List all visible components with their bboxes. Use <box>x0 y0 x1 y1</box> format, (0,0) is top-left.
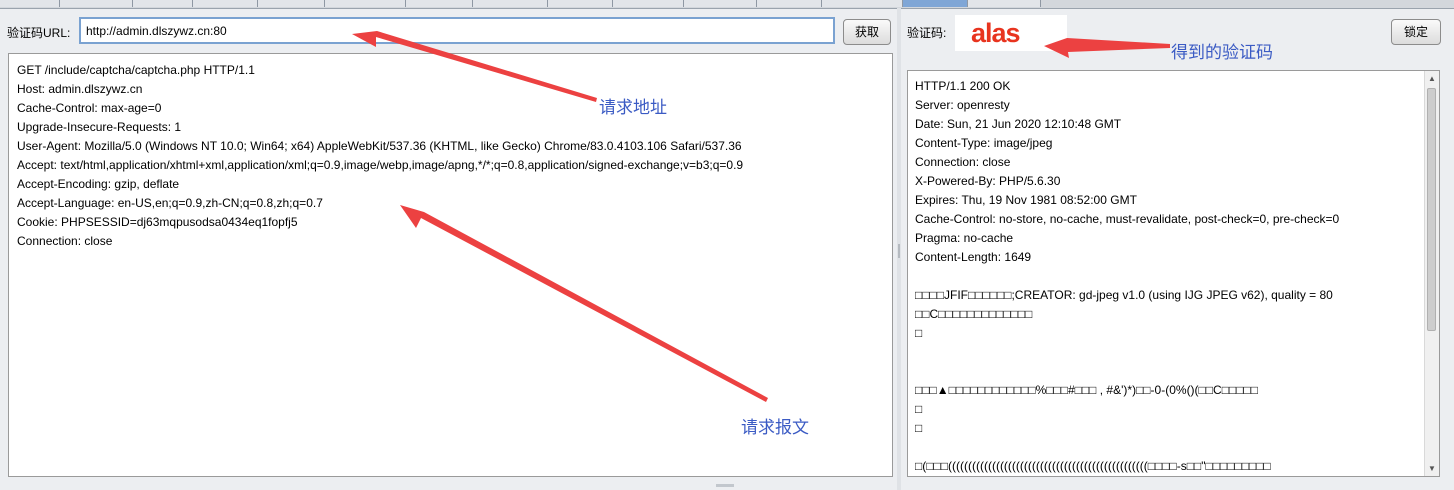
annotation-request-message: 请求报文 <box>741 418 809 437</box>
arrow-to-url <box>352 31 597 102</box>
arrow-to-captcha <box>1044 38 1170 58</box>
annotation-request-url: 请求地址 <box>599 98 667 117</box>
arrow-to-request <box>400 205 768 402</box>
annotation-captcha-result: 得到的验证码 <box>1171 43 1273 62</box>
annotation-arrows <box>352 31 1170 402</box>
